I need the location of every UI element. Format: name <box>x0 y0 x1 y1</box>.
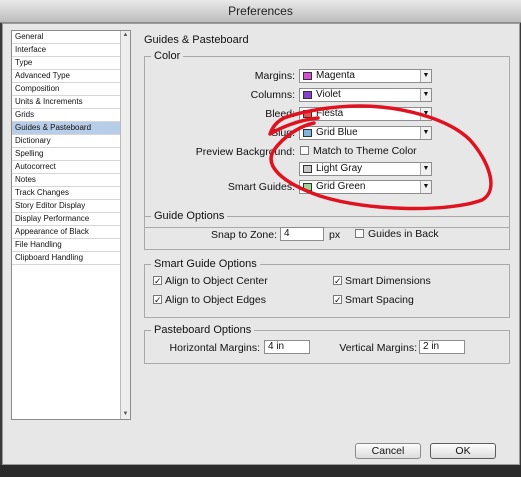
chevron-down-icon: ▼ <box>420 70 431 82</box>
guides-in-back-label: Guides in Back <box>368 228 439 240</box>
sidebar-item-interface[interactable]: Interface <box>12 44 122 57</box>
sidebar-scrollbar[interactable]: ▲ ▼ <box>120 31 130 419</box>
columns-label: Columns: <box>250 89 295 101</box>
cancel-button[interactable]: Cancel <box>355 443 421 459</box>
smart-guides-label: Smart Guides: <box>227 181 295 193</box>
sidebar-item-file-handling[interactable]: File Handling <box>12 239 122 252</box>
preview-background-label: Preview Background: <box>195 146 295 158</box>
preview-background-dropdown[interactable]: Light Gray ▼ <box>299 162 432 176</box>
sidebar-item-track-changes[interactable]: Track Changes <box>12 187 122 200</box>
smart-guides-dropdown[interactable]: Grid Green ▼ <box>299 180 432 194</box>
match-theme-label: Match to Theme Color <box>313 145 417 157</box>
preferences-window: General Interface Type Advanced Type Composi… <box>2 23 520 465</box>
category-list: General Interface Type Advanced Type Composi… <box>12 31 122 265</box>
sidebar-item-clipboard-handling[interactable]: Clipboard Handling <box>12 252 122 265</box>
sidebar-item-units-increments[interactable]: Units & Increments <box>12 96 122 109</box>
chevron-down-icon: ▼ <box>420 108 431 120</box>
chevron-down-icon: ▼ <box>420 127 431 139</box>
smart-spacing-label: Smart Spacing <box>345 294 414 306</box>
bleed-dropdown[interactable]: Fiesta ▼ <box>299 107 432 121</box>
align-edges-checkbox[interactable]: ✓ <box>153 295 162 305</box>
align-center-label: Align to Object Center <box>165 275 268 287</box>
ok-button[interactable]: OK <box>430 443 496 459</box>
sidebar-item-spelling[interactable]: Spelling <box>12 148 122 161</box>
color-legend: Color <box>154 50 181 62</box>
margins-dropdown[interactable]: Magenta ▼ <box>299 69 432 83</box>
vertical-margins-input[interactable]: 2 in <box>419 340 465 354</box>
sidebar-item-type[interactable]: Type <box>12 57 122 70</box>
pasteboard-options-legend: Pasteboard Options <box>154 324 252 336</box>
bleed-swatch <box>303 110 312 118</box>
slug-value: Grid Blue <box>316 127 358 138</box>
sidebar-item-guides-pasteboard[interactable]: Guides & Pasteboard <box>12 122 122 135</box>
smart-dimensions-checkbox[interactable]: ✓ <box>333 276 342 286</box>
chevron-down-icon: ▼ <box>420 163 431 175</box>
slug-swatch <box>303 129 312 137</box>
sidebar-item-appearance-of-black[interactable]: Appearance of Black <box>12 226 122 239</box>
category-sidebar: General Interface Type Advanced Type Composi… <box>11 30 131 420</box>
guides-in-back-checkbox[interactable] <box>355 229 364 238</box>
sidebar-item-composition[interactable]: Composition <box>12 83 122 96</box>
smart-guides-value: Grid Green <box>316 181 366 192</box>
bleed-label: Bleed: <box>265 108 295 120</box>
horizontal-margins-label: Horizontal Margins: <box>169 342 260 354</box>
align-center-checkbox[interactable]: ✓ <box>153 276 162 286</box>
columns-dropdown[interactable]: Violet ▼ <box>299 88 432 102</box>
slug-label: Slug: <box>271 127 295 139</box>
desktop-strip <box>0 465 521 477</box>
guide-options-legend: Guide Options <box>154 210 225 222</box>
smart-guide-options-legend: Smart Guide Options <box>154 258 257 270</box>
chevron-down-icon: ▼ <box>420 181 431 193</box>
preview-background-value: Light Gray <box>316 163 363 174</box>
sidebar-item-general[interactable]: General <box>12 31 122 44</box>
smart-spacing-checkbox[interactable]: ✓ <box>333 295 342 305</box>
chevron-down-icon: ▼ <box>420 89 431 101</box>
align-edges-label: Align to Object Edges <box>165 294 266 306</box>
smart-guide-options-group: Smart Guide Options <box>144 258 510 318</box>
window-title: Preferences <box>0 0 521 23</box>
sidebar-item-autocorrect[interactable]: Autocorrect <box>12 161 122 174</box>
sidebar-item-grids[interactable]: Grids <box>12 109 122 122</box>
columns-swatch <box>303 91 312 99</box>
bleed-value: Fiesta <box>316 108 344 119</box>
slug-dropdown[interactable]: Grid Blue ▼ <box>299 126 432 140</box>
snap-to-zone-label: Snap to Zone: <box>211 229 277 241</box>
snap-to-zone-input[interactable]: 4 <box>280 227 324 241</box>
margins-swatch <box>303 72 312 80</box>
smart-guides-swatch <box>303 183 312 191</box>
scroll-down-icon[interactable]: ▼ <box>122 411 129 418</box>
sidebar-item-notes[interactable]: Notes <box>12 174 122 187</box>
sidebar-item-dictionary[interactable]: Dictionary <box>12 135 122 148</box>
sidebar-item-advanced-type[interactable]: Advanced Type <box>12 70 122 83</box>
columns-value: Violet <box>316 89 341 100</box>
horizontal-margins-input[interactable]: 4 in <box>264 340 310 354</box>
margins-label: Margins: <box>254 70 295 82</box>
match-theme-checkbox[interactable] <box>300 146 309 155</box>
scroll-up-icon[interactable]: ▲ <box>122 32 129 39</box>
margins-value: Magenta <box>316 70 355 81</box>
sidebar-item-display-performance[interactable]: Display Performance <box>12 213 122 226</box>
smart-dimensions-label: Smart Dimensions <box>345 275 431 287</box>
sidebar-item-story-editor-display[interactable]: Story Editor Display <box>12 200 122 213</box>
preview-background-swatch <box>303 165 312 173</box>
pane-title: Guides & Pasteboard <box>144 34 249 46</box>
snap-unit-label: px <box>329 229 341 241</box>
vertical-margins-label: Vertical Margins: <box>339 342 417 354</box>
